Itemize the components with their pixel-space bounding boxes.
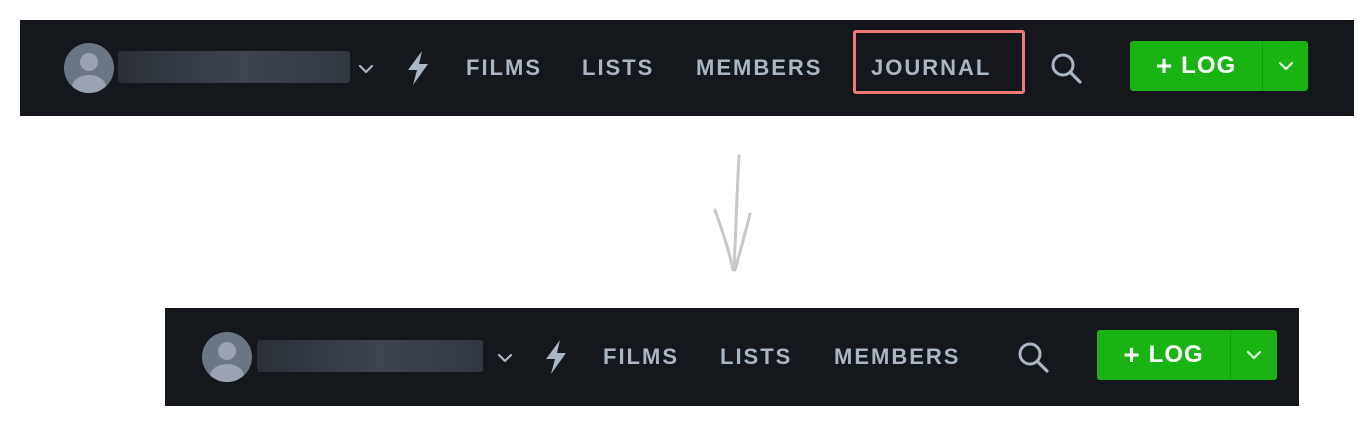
navbar-before: FILMS LISTS MEMBERS JOURNAL + LOG [20,20,1354,116]
nav-link-lists[interactable]: LISTS [720,344,792,370]
nav-link-members[interactable]: MEMBERS [834,344,960,370]
log-button[interactable]: + LOG [1130,41,1308,91]
avatar[interactable] [202,332,252,382]
username-redacted[interactable] [118,51,350,83]
nav-link-films[interactable]: FILMS [603,344,679,370]
search-icon[interactable] [1015,339,1051,375]
log-button-main[interactable]: + LOG [1097,330,1230,380]
activity-bolt-icon[interactable] [402,50,434,86]
nav-link-lists[interactable]: LISTS [582,55,654,81]
log-button[interactable]: + LOG [1097,330,1277,380]
log-button-main[interactable]: + LOG [1130,41,1262,91]
chevron-down-icon[interactable] [495,348,515,368]
nav-link-journal[interactable]: JOURNAL [871,55,991,81]
username-redacted[interactable] [257,340,483,372]
log-button-label: LOG [1148,341,1204,368]
avatar[interactable] [64,43,114,93]
activity-bolt-icon[interactable] [540,339,572,375]
nav-link-films[interactable]: FILMS [466,55,542,81]
plus-icon: + [1123,339,1141,370]
chevron-down-icon[interactable] [1231,330,1277,380]
navbar-after: FILMS LISTS MEMBERS + LOG [165,308,1299,406]
chevron-down-icon[interactable] [356,59,376,79]
down-arrow-icon [700,150,760,280]
plus-icon: + [1155,50,1174,81]
nav-link-members[interactable]: MEMBERS [696,55,822,81]
chevron-down-icon[interactable] [1263,41,1308,91]
log-button-label: LOG [1181,52,1237,79]
search-icon[interactable] [1048,50,1084,86]
